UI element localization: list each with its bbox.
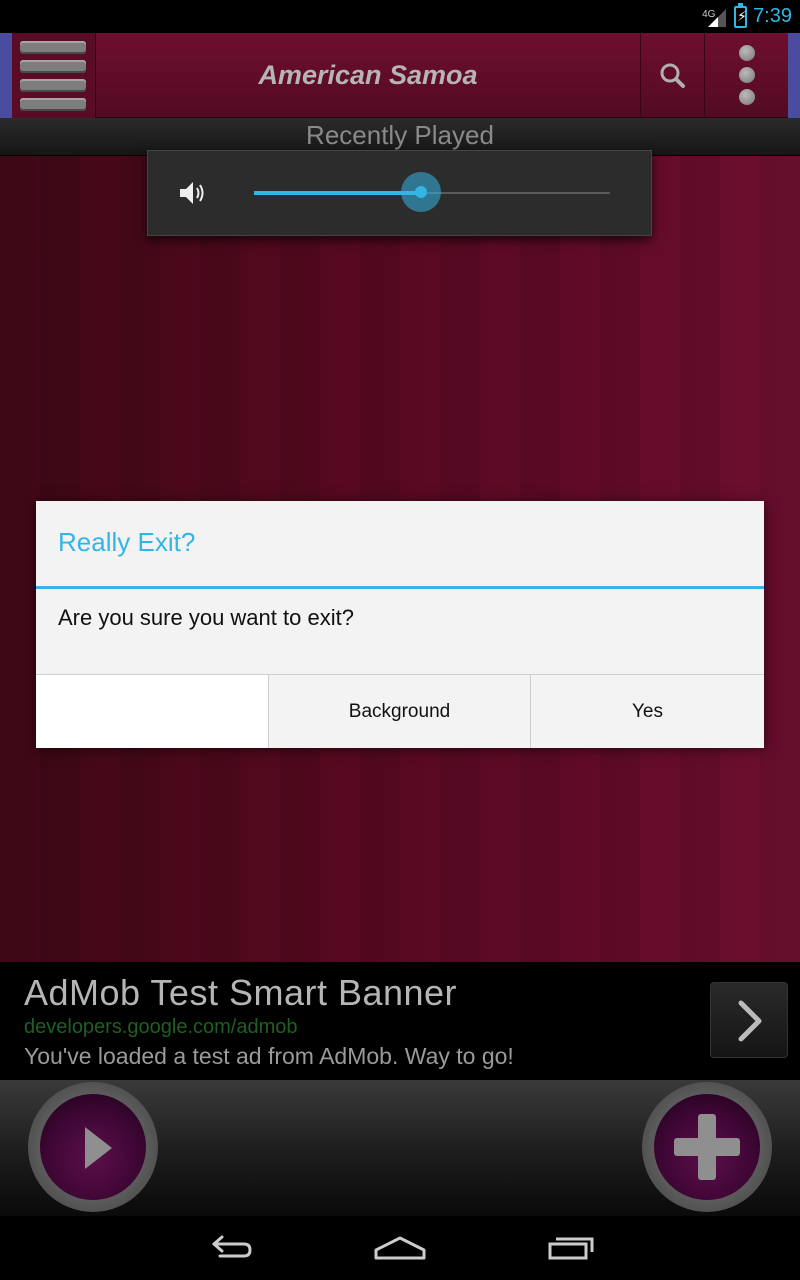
ad-banner[interactable]: AdMob Test Smart Banner developers.googl… <box>0 962 800 1080</box>
recent-apps-icon <box>548 1237 594 1260</box>
dialog-divider <box>36 586 764 589</box>
app-bar-right-edge <box>788 33 800 118</box>
status-icons: 4G ⚡ 7:39 <box>702 0 792 33</box>
dialog-blank-button[interactable] <box>36 675 268 748</box>
app-bar: American Samoa <box>0 33 800 118</box>
signal-icon: 4G <box>702 5 728 29</box>
speaker-icon[interactable] <box>176 177 208 209</box>
play-button[interactable] <box>28 1082 158 1212</box>
ad-description: You've loaded a test ad from AdMob. Way … <box>24 1043 514 1069</box>
app-bar-left-edge <box>0 33 12 118</box>
exit-dialog: Really Exit? Are you sure you want to ex… <box>36 501 764 748</box>
volume-slider-fill <box>254 191 422 195</box>
status-bar: 4G ⚡ 7:39 <box>0 0 800 33</box>
volume-panel <box>147 150 652 236</box>
dialog-title: Really Exit? <box>58 527 196 557</box>
search-button[interactable] <box>640 33 704 118</box>
ad-url: developers.google.com/admob <box>24 1016 298 1038</box>
battery-icon: ⚡ <box>734 2 748 28</box>
back-icon <box>212 1235 252 1258</box>
menu-button[interactable] <box>12 33 96 118</box>
home-icon <box>374 1236 426 1260</box>
background-button[interactable]: Background <box>268 675 530 748</box>
chevron-right-icon <box>738 1000 762 1042</box>
recent-apps-button[interactable] <box>542 1228 602 1268</box>
overflow-menu-button[interactable] <box>704 33 788 118</box>
back-button[interactable] <box>200 1228 260 1268</box>
ad-open-button[interactable] <box>710 982 788 1058</box>
search-icon <box>660 63 685 88</box>
add-favorite-button[interactable] <box>642 1082 772 1212</box>
recently-played-label: Recently Played <box>306 120 494 150</box>
yes-button[interactable]: Yes <box>530 675 764 748</box>
dialog-message: Are you sure you want to exit? <box>58 605 354 630</box>
volume-slider[interactable] <box>254 172 610 212</box>
plus-icon <box>674 1114 740 1180</box>
station-title: American Samoa <box>258 60 478 90</box>
navigation-bar <box>0 1216 800 1280</box>
ad-title: AdMob Test Smart Banner <box>24 972 458 1013</box>
play-icon <box>85 1127 112 1169</box>
volume-slider-thumb[interactable] <box>401 172 442 212</box>
player-controls <box>0 1080 800 1216</box>
home-button[interactable] <box>370 1228 430 1268</box>
clock: 7:39 <box>753 5 792 27</box>
dialog-button-row: Background Yes <box>36 674 764 748</box>
